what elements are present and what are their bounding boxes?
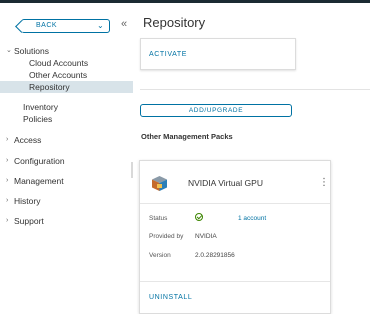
add-upgrade-button[interactable]: ADD/UPGRADE <box>140 104 292 117</box>
sidebar-item-label: Access <box>14 135 42 145</box>
management-pack-card: NVIDIA Virtual GPU ⋮ Status 1 account Pr… <box>139 160 331 314</box>
chevron-right-icon: › <box>6 217 9 224</box>
chevron-right-icon: › <box>6 157 9 164</box>
activate-card: ACTIVATE <box>140 38 296 70</box>
status-label: Status <box>149 215 168 222</box>
provided-by-label: Provided by <box>149 233 184 240</box>
sidebar-item-label: Configuration <box>14 156 65 166</box>
account-count-link[interactable]: 1 account <box>238 215 266 222</box>
sidebar-item-cloud-accounts[interactable]: Cloud Accounts <box>0 57 133 69</box>
sidebar-item-label: Cloud Accounts <box>29 58 89 68</box>
sidebar-item-label: Policies <box>23 114 53 124</box>
sidebar-item-label: Solutions <box>14 46 49 56</box>
sidebar-item-label: Other Accounts <box>29 70 88 80</box>
sidebar-item-repository[interactable]: Repository <box>0 81 133 93</box>
version-value: 2.0.28291856 <box>195 252 235 259</box>
check-circle-icon <box>195 213 203 221</box>
section-title: Other Management Packs <box>141 132 233 141</box>
provided-by-value: NVIDIA <box>195 233 217 240</box>
nvidia-pack-logo-icon <box>152 176 167 191</box>
pack-name: NVIDIA Virtual GPU <box>188 178 263 188</box>
chevron-right-icon: › <box>6 177 9 184</box>
chevron-down-icon[interactable]: ⌄ <box>97 21 104 30</box>
divider <box>140 281 330 282</box>
version-label: Version <box>149 252 171 259</box>
page-title: Repository <box>143 15 206 30</box>
main-content: Repository ACTIVATE ADD/UPGRADE Other Ma… <box>133 3 370 314</box>
sidebar-item-other-accounts[interactable]: Other Accounts <box>0 69 133 81</box>
sidebar-item-label: Repository <box>29 82 70 92</box>
back-button-label: BACK <box>36 22 58 29</box>
chevron-right-icon: › <box>6 197 9 204</box>
sidebar-item-label: Management <box>14 176 64 186</box>
chevron-down-icon: ⌄ <box>6 47 12 54</box>
activate-button[interactable]: ACTIVATE <box>149 51 187 58</box>
sidebar-item-label: Support <box>14 216 44 226</box>
sidebar-item-label: History <box>14 196 41 206</box>
sidebar-item-label: Inventory <box>23 102 58 112</box>
divider <box>140 89 370 90</box>
sidebar: BACK ⌄ « ⌄ Solutions Cloud Accounts Othe… <box>0 3 133 312</box>
uninstall-button[interactable]: UNINSTALL <box>149 294 192 301</box>
back-button[interactable]: BACK ⌄ <box>21 19 110 33</box>
chevron-right-icon: › <box>6 136 9 143</box>
collapse-sidebar-icon[interactable]: « <box>121 18 127 30</box>
more-actions-icon[interactable]: ⋮ <box>319 177 329 188</box>
divider <box>140 203 330 204</box>
